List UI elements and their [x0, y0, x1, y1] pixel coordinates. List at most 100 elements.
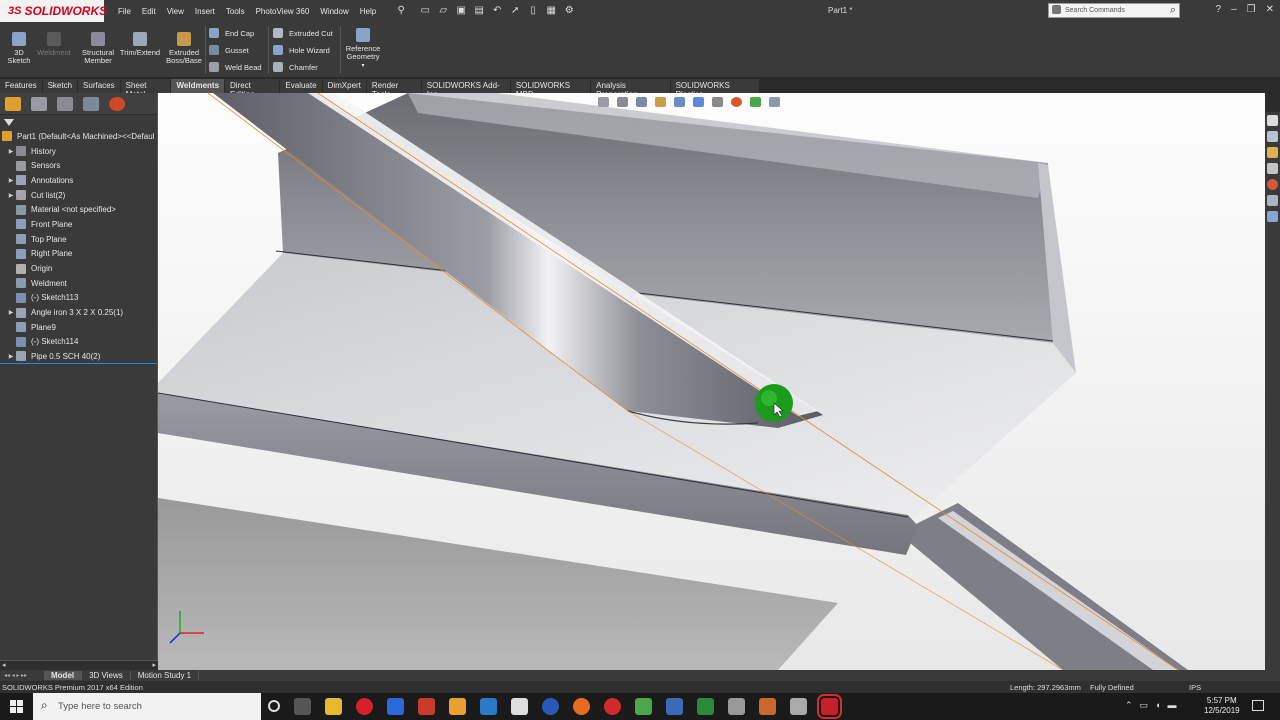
file-explorer-icon[interactable] — [1267, 147, 1278, 158]
extruded-cut-button[interactable]: Extruded Cut — [273, 28, 333, 38]
gusset-button[interactable]: Gusset — [209, 45, 249, 55]
feature-manager-tab-icon[interactable] — [5, 96, 21, 111]
tree-item-top-plane[interactable]: Top Plane — [0, 232, 157, 247]
section-view-icon[interactable] — [655, 97, 666, 107]
menu-window[interactable]: Window — [320, 7, 348, 16]
taskbar-clock[interactable]: 5:57 PM 12/5/2019 — [1204, 696, 1240, 716]
dropdown-arrow-icon[interactable]: ▾ — [343, 62, 383, 70]
edge-icon[interactable] — [387, 698, 404, 715]
menu-insert[interactable]: Insert — [195, 7, 215, 16]
word-icon[interactable] — [666, 698, 683, 715]
record-icon[interactable] — [604, 698, 621, 715]
tree-item-weldment[interactable]: Weldment — [0, 276, 157, 291]
graphics-area[interactable] — [158, 93, 1265, 670]
tab-weldments[interactable]: Weldments — [171, 79, 226, 93]
horizontal-scrollbar[interactable]: ◂ ▸ — [0, 660, 158, 670]
search-icon[interactable]: ⌕ — [1170, 4, 1176, 17]
tab-sheet-metal[interactable]: Sheet Metal — [121, 79, 172, 99]
end-cap-button[interactable]: End Cap — [209, 28, 254, 38]
tab-sketch[interactable]: Sketch — [43, 79, 79, 93]
tab-mbd[interactable]: SOLIDWORKS MBD — [511, 79, 592, 99]
tree-item-pipe-0-5-sch-40-2[interactable]: ▶ Pipe 0.5 SCH 40(2) — [0, 349, 157, 364]
menu-tools[interactable]: Tools — [226, 7, 245, 16]
opera-icon[interactable] — [356, 698, 373, 715]
blender-icon[interactable] — [573, 698, 590, 715]
tree-item-origin[interactable]: Origin — [0, 261, 157, 276]
previous-view-icon[interactable] — [636, 97, 647, 107]
tab-surfaces[interactable]: Surfaces — [78, 79, 121, 93]
edit-appearance-icon[interactable] — [731, 97, 742, 107]
tree-item-plane9[interactable]: Plane9 — [0, 320, 157, 335]
volume-icon[interactable]: ◖ — [1155, 700, 1160, 711]
appearances-icon[interactable] — [1267, 179, 1278, 190]
scroll-right-icon[interactable]: ▸ — [152, 661, 156, 669]
display-manager-tab-icon[interactable] — [109, 96, 125, 111]
design-library-icon[interactable] — [1267, 131, 1278, 142]
search-type-icon[interactable] — [1052, 5, 1061, 14]
tree-filter[interactable] — [0, 115, 157, 129]
forum-icon[interactable] — [1267, 211, 1278, 222]
app-icon[interactable] — [449, 698, 466, 715]
display-style-icon[interactable] — [693, 97, 704, 107]
tree-item-right-plane[interactable]: Right Plane — [0, 247, 157, 262]
weld-bead-button[interactable]: Weld Bead — [209, 62, 262, 72]
help-icon[interactable]: ? — [1216, 4, 1222, 15]
view-orientation-icon[interactable] — [674, 97, 685, 107]
file-explorer-icon[interactable] — [325, 698, 342, 715]
tab-navigation-arrows[interactable]: ◂◂ ◂ ▸ ▸▸ — [0, 672, 44, 679]
solidworks-resources-icon[interactable] — [1267, 115, 1278, 126]
tab-model[interactable]: Model — [44, 671, 83, 680]
pin-icon[interactable]: ⚲ — [395, 5, 407, 17]
chamfer-button[interactable]: Chamfer — [273, 62, 318, 72]
app-icon[interactable] — [759, 698, 776, 715]
tab-plastics[interactable]: SOLIDWORKS Plastics — [671, 79, 761, 99]
tab-render-tools[interactable]: Render Tools — [367, 79, 422, 99]
search-commands-field[interactable]: Search Commands ⌕ — [1048, 3, 1180, 18]
tray-expand-icon[interactable]: ⌃ — [1125, 700, 1133, 711]
task-view-icon[interactable] — [294, 698, 311, 715]
hole-wizard-button[interactable]: Hole Wizard — [273, 45, 330, 55]
select-icon[interactable]: ➚ — [509, 5, 521, 17]
app-icon[interactable] — [511, 698, 528, 715]
close-icon[interactable]: ✕ — [1266, 4, 1274, 15]
expand-arrow-icon[interactable]: ▶ — [6, 177, 16, 184]
tree-item-angle-iron-3-x-2-x-0-25-1[interactable]: ▶ Angle iron 3 X 2 X 0.25(1) — [0, 305, 157, 320]
battery-icon[interactable]: ▬ — [1168, 700, 1177, 711]
windows-start-icon[interactable] — [10, 700, 23, 713]
tree-item-sketch114[interactable]: (-) Sketch114 — [0, 335, 157, 350]
tree-item-front-plane[interactable]: Front Plane — [0, 217, 157, 232]
tree-item-sensors[interactable]: Sensors — [0, 158, 157, 173]
structural-member-button[interactable]: Structural Member — [78, 32, 118, 65]
tab-evaluate[interactable]: Evaluate — [280, 79, 323, 93]
dimxpert-manager-tab-icon[interactable] — [83, 96, 99, 111]
expand-arrow-icon[interactable]: ▶ — [6, 192, 16, 199]
extruded-boss-button[interactable]: Extruded Boss/Base — [164, 32, 204, 65]
model-render[interactable] — [158, 93, 1265, 670]
app-icon[interactable] — [635, 698, 652, 715]
property-manager-tab-icon[interactable] — [31, 96, 47, 111]
reference-geometry-button[interactable]: Reference Geometry ▾ — [343, 28, 383, 70]
tree-item-history[interactable]: ▶ History — [0, 144, 157, 159]
open-icon[interactable]: ▱ — [437, 5, 449, 17]
tab-3d-views[interactable]: 3D Views — [82, 671, 131, 680]
tab-features[interactable]: Features — [0, 79, 43, 93]
save-icon[interactable]: ▣ — [455, 5, 467, 17]
network-icon[interactable]: ▭ — [1140, 700, 1149, 711]
menu-edit[interactable]: Edit — [142, 7, 156, 16]
restore-icon[interactable]: ❐ — [1247, 4, 1256, 15]
tree-item-sketch113[interactable]: (-) Sketch113 — [0, 291, 157, 306]
app-icon[interactable] — [480, 698, 497, 715]
tree-root-part[interactable]: Part1 (Default<As Machined><<Defaul — [0, 129, 157, 144]
trim-extend-button[interactable]: Trim/Extend — [118, 32, 162, 57]
tree-item-material-not-specified[interactable]: Material <not specified> — [0, 202, 157, 217]
cortana-icon[interactable] — [268, 700, 280, 712]
excel-icon[interactable] — [697, 698, 714, 715]
apply-scene-icon[interactable] — [750, 97, 761, 107]
filter-icon[interactable] — [4, 118, 14, 126]
scroll-left-icon[interactable]: ◂ — [2, 661, 6, 669]
view-settings-icon[interactable] — [769, 97, 780, 107]
options-gear-icon[interactable]: ⚙ — [563, 5, 575, 17]
tab-direct-editing[interactable]: Direct Editing — [225, 79, 281, 99]
hide-show-icon[interactable] — [712, 97, 723, 107]
notification-icon[interactable] — [1252, 700, 1264, 711]
